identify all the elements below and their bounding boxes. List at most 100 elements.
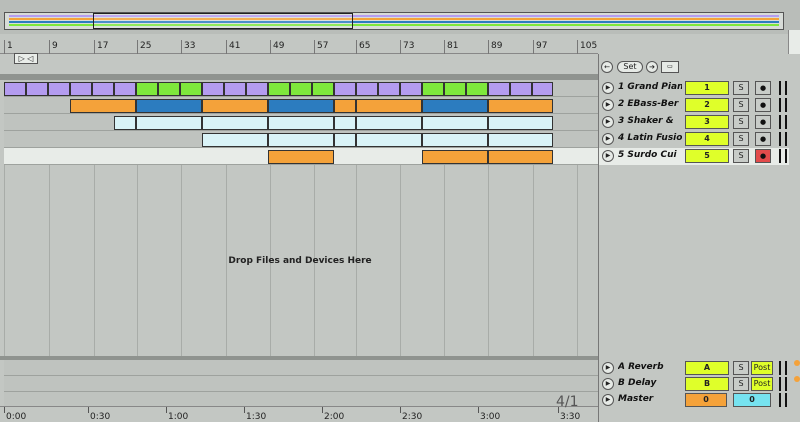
return-activator[interactable]: 0 (685, 393, 727, 407)
play-icon[interactable]: ▶ (602, 150, 614, 162)
clip[interactable] (202, 116, 268, 130)
return-track-lanes[interactable] (0, 360, 598, 408)
return-name[interactable]: A Reverb (618, 362, 682, 375)
lock-envelopes-button[interactable]: ▭ (661, 61, 679, 73)
clip[interactable] (334, 99, 356, 113)
clip[interactable] (92, 82, 114, 96)
arm-button[interactable]: ● (755, 149, 771, 163)
clip[interactable] (422, 99, 488, 113)
clip[interactable] (268, 82, 290, 96)
play-icon[interactable]: ▶ (602, 116, 614, 128)
clip[interactable] (334, 82, 356, 96)
track-activator[interactable]: 4 (685, 132, 729, 146)
post-button[interactable]: Post (751, 377, 773, 391)
clip[interactable] (356, 99, 422, 113)
return-header[interactable]: ▶ Master 0 0 (599, 392, 789, 409)
clip[interactable] (158, 82, 180, 96)
track-lanes[interactable] (0, 80, 598, 356)
clip[interactable] (136, 99, 202, 113)
prev-locator-button[interactable]: ← (601, 61, 613, 73)
solo-button[interactable]: S (733, 115, 749, 129)
return-lane[interactable] (4, 376, 598, 392)
clip[interactable] (224, 82, 246, 96)
overview-selection[interactable] (93, 13, 353, 29)
clip[interactable] (70, 82, 92, 96)
track-lane[interactable] (4, 131, 598, 148)
post-button[interactable]: Post (751, 361, 773, 375)
play-icon[interactable]: ▶ (602, 378, 614, 390)
clip[interactable] (268, 99, 334, 113)
return-name[interactable]: Master (618, 394, 682, 407)
clip[interactable] (488, 116, 553, 130)
clip[interactable] (334, 133, 356, 147)
clip[interactable] (488, 82, 510, 96)
master-value[interactable]: 0 (733, 393, 771, 407)
clip[interactable] (488, 150, 553, 164)
track-activator[interactable]: 1 (685, 81, 729, 95)
track-header[interactable]: ▶ 4 Latin Fusio 4 S ● (599, 131, 789, 148)
clip[interactable] (202, 99, 268, 113)
clip[interactable] (400, 82, 422, 96)
clip[interactable] (312, 82, 334, 96)
clip[interactable] (422, 116, 488, 130)
solo-button[interactable]: S (733, 132, 749, 146)
clip[interactable] (268, 116, 334, 130)
clip[interactable] (488, 133, 553, 147)
return-name[interactable]: B Delay (618, 378, 682, 391)
clip[interactable] (114, 116, 136, 130)
track-lane[interactable] (4, 80, 598, 97)
track-name[interactable]: 3 Shaker & (618, 116, 682, 129)
clip[interactable] (378, 82, 400, 96)
clip[interactable] (532, 82, 553, 96)
clip[interactable] (202, 133, 268, 147)
solo-button[interactable]: S (733, 149, 749, 163)
track-activator[interactable]: 5 (685, 149, 729, 163)
track-name[interactable]: 4 Latin Fusio (618, 133, 682, 146)
track-header[interactable]: ▶ 1 Grand Pian 1 S ● (599, 80, 789, 97)
solo-button[interactable]: S (733, 81, 749, 95)
clip[interactable] (70, 99, 136, 113)
beat-time-ruler[interactable]: 1 9 17 25 33 41 49 57 65 73 81 89 97 105 (0, 40, 598, 54)
track-lane[interactable] (4, 97, 598, 114)
clip[interactable] (180, 82, 202, 96)
track-name[interactable]: 1 Grand Pian (618, 82, 682, 95)
clip[interactable] (334, 116, 356, 130)
clip[interactable] (4, 82, 26, 96)
track-name[interactable]: 5 Surdo Cui (618, 150, 682, 163)
return-header[interactable]: ▶ A Reverb A S Post (599, 360, 789, 377)
clip[interactable] (114, 82, 136, 96)
return-header[interactable]: ▶ B Delay B S Post (599, 376, 789, 393)
play-icon[interactable]: ▶ (602, 133, 614, 145)
track-activator[interactable]: 3 (685, 115, 729, 129)
clip[interactable] (356, 133, 422, 147)
return-activator[interactable]: A (685, 361, 729, 375)
set-locator-button[interactable]: Set (617, 61, 643, 73)
time-ruler[interactable]: 0:00 0:30 1:00 1:30 2:00 2:30 3:00 3:30 (0, 406, 598, 422)
clip[interactable] (48, 82, 70, 96)
arm-button[interactable]: ● (755, 132, 771, 146)
return-lane[interactable] (4, 360, 598, 376)
track-header[interactable]: ▶ 3 Shaker & 3 S ● (599, 114, 789, 131)
clip[interactable] (488, 99, 553, 113)
arrangement-overview[interactable] (4, 12, 784, 30)
clip[interactable] (290, 82, 312, 96)
return-activator[interactable]: B (685, 377, 729, 391)
clip[interactable] (356, 82, 378, 96)
solo-button[interactable]: S (733, 361, 749, 375)
track-lane[interactable] (4, 148, 598, 165)
clip[interactable] (444, 82, 466, 96)
solo-button[interactable]: S (733, 377, 749, 391)
solo-button[interactable]: S (733, 98, 749, 112)
clip[interactable] (246, 82, 268, 96)
play-icon[interactable]: ▶ (602, 394, 614, 406)
track-lane[interactable] (4, 114, 598, 131)
clip[interactable] (136, 116, 202, 130)
clip[interactable] (136, 82, 158, 96)
track-activator[interactable]: 2 (685, 98, 729, 112)
clip[interactable] (422, 82, 444, 96)
arm-button[interactable]: ● (755, 81, 771, 95)
play-icon[interactable]: ▶ (602, 82, 614, 94)
clip[interactable] (356, 116, 422, 130)
clip[interactable] (202, 82, 224, 96)
clip[interactable] (422, 133, 488, 147)
